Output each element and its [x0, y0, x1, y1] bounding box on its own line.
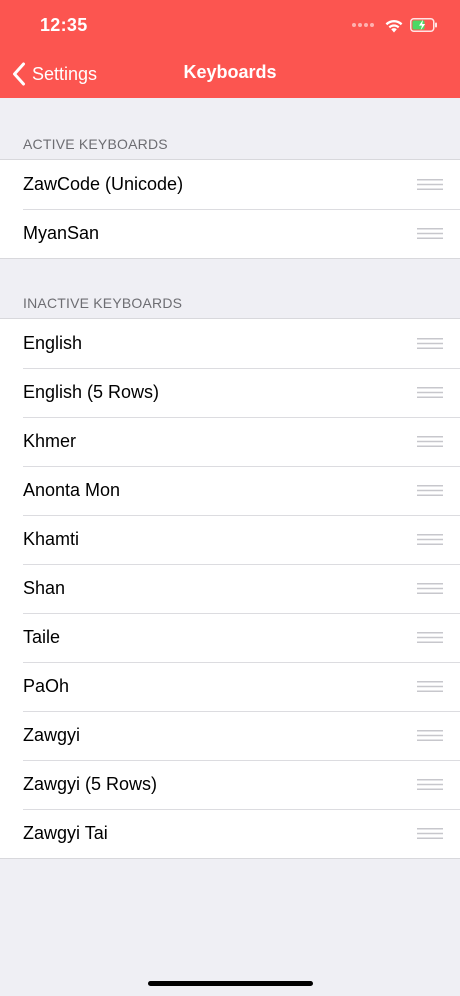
keyboard-name: Taile [23, 627, 61, 647]
keyboard-name: PaOh [23, 676, 70, 696]
list-item[interactable]: ZawCode (Unicode) [0, 160, 460, 209]
reorder-handle-icon[interactable] [417, 179, 443, 190]
active-keyboards-list: ZawCode (Unicode) MyanSan [0, 159, 460, 259]
reorder-handle-icon[interactable] [417, 583, 443, 594]
status-icons [352, 15, 438, 35]
list-item[interactable]: English (5 Rows) [0, 368, 460, 417]
list-item[interactable]: Khamti [0, 515, 460, 564]
reorder-handle-icon[interactable] [417, 387, 443, 398]
keyboard-name: Khamti [23, 529, 80, 549]
list-item[interactable]: Shan [0, 564, 460, 613]
reorder-handle-icon[interactable] [417, 632, 443, 643]
reorder-handle-icon[interactable] [417, 436, 443, 447]
list-item[interactable]: English [0, 319, 460, 368]
keyboard-name: Shan [23, 578, 66, 598]
section-header-active: ACTIVE KEYBOARDS [23, 136, 168, 152]
cellular-signal-icon [352, 23, 376, 27]
navigation-header: 12:35 Settings Keyboards [0, 0, 460, 98]
list-item[interactable]: Taile [0, 613, 460, 662]
keyboard-name: Zawgyi Tai [23, 823, 108, 843]
status-time: 12:35 [40, 15, 88, 35]
battery-charging-icon [410, 18, 437, 32]
reorder-handle-icon[interactable] [417, 338, 443, 349]
list-item[interactable]: MyanSan [0, 209, 460, 258]
list-item[interactable]: PaOh [0, 662, 460, 711]
section-header-inactive: INACTIVE KEYBOARDS [23, 295, 183, 311]
reorder-handle-icon[interactable] [417, 485, 443, 496]
reorder-handle-icon[interactable] [417, 681, 443, 692]
reorder-handle-icon[interactable] [417, 730, 443, 741]
keyboard-name: Anonta Mon [23, 480, 121, 500]
keyboard-name: MyanSan [23, 223, 100, 243]
list-item[interactable]: Zawgyi [0, 711, 460, 760]
reorder-handle-icon[interactable] [417, 828, 443, 839]
list-item[interactable]: Anonta Mon [0, 466, 460, 515]
keyboard-name: English (5 Rows) [23, 382, 160, 402]
keyboard-name: ZawCode (Unicode) [23, 174, 184, 194]
wifi-icon [385, 19, 403, 33]
keyboard-name: English [23, 333, 83, 353]
inactive-keyboards-list: English English (5 Rows) Khmer Anonta Mo… [0, 318, 460, 859]
list-item[interactable]: Khmer [0, 417, 460, 466]
reorder-handle-icon[interactable] [417, 534, 443, 545]
keyboard-name: Zawgyi [23, 725, 81, 745]
page-title: Keyboards [183, 62, 277, 82]
home-indicator[interactable] [148, 981, 313, 986]
list-item[interactable]: Zawgyi Tai [0, 809, 460, 858]
reorder-handle-icon[interactable] [417, 779, 443, 790]
list-item[interactable]: Zawgyi (5 Rows) [0, 760, 460, 809]
keyboard-name: Zawgyi (5 Rows) [23, 774, 158, 794]
keyboard-name: Khmer [23, 431, 77, 451]
reorder-handle-icon[interactable] [417, 228, 443, 239]
